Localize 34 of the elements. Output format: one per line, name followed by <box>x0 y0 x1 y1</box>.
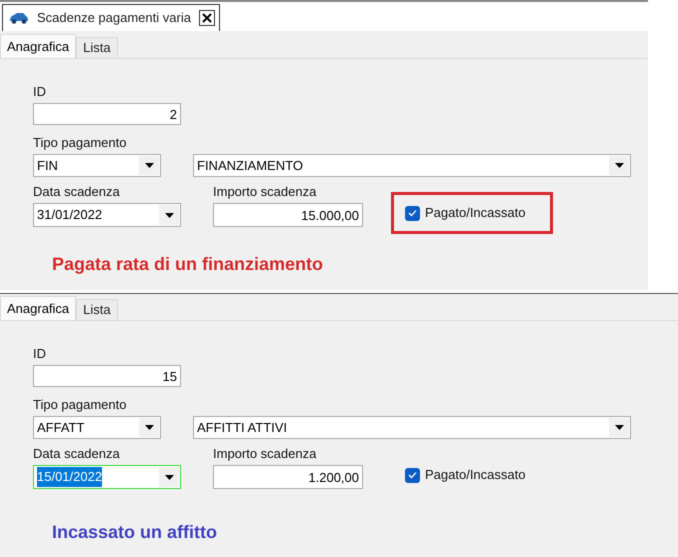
check-icon <box>408 471 417 479</box>
input-field[interactable]: 15 <box>33 365 181 387</box>
dropdown[interactable]: FINANZIAMENTO <box>193 154 631 177</box>
dropdown[interactable]: AFFITTI ATTIVI <box>193 416 631 439</box>
checkbox[interactable] <box>405 206 420 220</box>
field-label: Data scadenza <box>33 445 121 462</box>
field-label: ID <box>33 345 47 362</box>
annotation-text: Pagata rata di un finanziamento <box>52 253 324 276</box>
date-dropdown[interactable]: 15/01/2022 <box>33 465 181 489</box>
checkbox[interactable] <box>405 468 420 482</box>
car-icon <box>9 12 29 24</box>
tab[interactable]: Anagrafica <box>0 296 76 320</box>
checkbox-label: Pagato/Incassato <box>425 204 526 222</box>
annotation-text: Incassato un affitto <box>52 521 218 544</box>
input-field[interactable]: 15.000,00 <box>213 203 363 227</box>
tab[interactable]: Lista <box>76 37 118 58</box>
tab[interactable]: Lista <box>76 299 118 320</box>
check-icon <box>408 209 417 217</box>
input-field[interactable]: 2 <box>33 103 181 125</box>
field-label: ID <box>33 83 47 100</box>
field-label: Data scadenza <box>33 183 121 200</box>
dropdown[interactable]: AFFATT <box>33 416 161 439</box>
field-label: Importo scadenza <box>213 445 318 462</box>
dropdown[interactable]: FIN <box>33 154 161 177</box>
close-button[interactable] <box>198 10 215 26</box>
field-label: Tipo pagamento <box>33 134 128 151</box>
input-field[interactable]: 1.200,00 <box>213 465 363 489</box>
window-title: Scadenze pagamenti varia <box>37 9 191 28</box>
field-label: Tipo pagamento <box>33 396 128 413</box>
date-dropdown[interactable]: 31/01/2022 <box>33 203 181 227</box>
checkbox-label: Pagato/Incassato <box>425 466 526 484</box>
tab[interactable]: Anagrafica <box>0 34 76 58</box>
document-tab[interactable]: Scadenze pagamenti varia <box>2 4 220 31</box>
field-label: Importo scadenza <box>213 183 318 200</box>
